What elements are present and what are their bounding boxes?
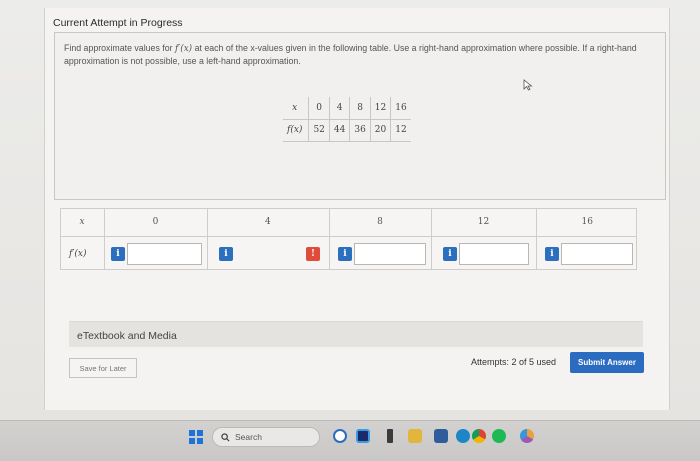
given-x-label: x <box>283 97 309 120</box>
given-fx-cell: 52 <box>308 119 330 142</box>
fprime-answer-input[interactable] <box>459 243 529 265</box>
given-fx-cell: 44 <box>328 119 350 142</box>
alert-icon[interactable]: ! <box>306 247 320 261</box>
taskbar <box>0 420 700 461</box>
taskbar-app-icon[interactable] <box>387 429 393 443</box>
answer-x-label: x <box>79 217 85 227</box>
given-fx-label: f(x) <box>283 119 309 142</box>
fprime-answer-input[interactable] <box>354 243 426 265</box>
given-fx-cell: 36 <box>349 119 371 142</box>
answer-fprime-label: f′(x) <box>69 249 87 259</box>
given-x-cell: 0 <box>308 97 330 120</box>
given-fx-cell: 20 <box>369 119 391 142</box>
given-x-cell: 8 <box>349 97 371 120</box>
chrome-canary-icon[interactable] <box>520 429 534 443</box>
fprime-answer-input[interactable] <box>561 243 633 265</box>
edge-icon[interactable] <box>456 429 470 443</box>
etextbook-media-bar[interactable]: eTextbook and Media <box>69 321 643 347</box>
answer-x-header: 8 <box>377 217 383 227</box>
store-icon[interactable] <box>434 429 448 443</box>
given-x-cell: 16 <box>390 97 411 120</box>
chrome-icon[interactable] <box>472 429 486 443</box>
answer-x-header: 4 <box>265 217 271 227</box>
given-x-row: x 0 4 8 12 16 <box>283 97 411 120</box>
save-for-later-button[interactable]: Save for Later <box>69 358 137 378</box>
search-icon <box>221 432 230 441</box>
info-icon[interactable]: i <box>111 247 125 261</box>
given-values-table: x 0 4 8 12 16 f(x) 52 44 36 20 12 <box>283 97 411 142</box>
submit-answer-button[interactable]: Submit Answer <box>570 352 644 373</box>
given-fx-row: f(x) 52 44 36 20 12 <box>283 119 411 142</box>
info-icon[interactable]: i <box>545 247 559 261</box>
given-x-cell: 4 <box>328 97 350 120</box>
widget-icon[interactable] <box>356 429 370 443</box>
bing-icon[interactable] <box>333 429 347 443</box>
info-icon[interactable]: i <box>443 247 457 261</box>
taskbar-search-label: Search <box>235 432 262 442</box>
answer-x-header: 0 <box>152 217 159 227</box>
mouse-cursor-icon <box>523 79 533 91</box>
fprime-answer-input[interactable] <box>127 243 202 265</box>
file-explorer-icon[interactable] <box>408 429 422 443</box>
given-fx-cell: 12 <box>390 119 411 142</box>
current-attempt-heading: Current Attempt in Progress <box>53 17 183 29</box>
etextbook-media-label: eTextbook and Media <box>77 330 177 342</box>
taskbar-search-box[interactable]: Search <box>212 427 320 447</box>
answer-x-header: 12 <box>477 217 490 227</box>
answer-table-divider <box>60 236 637 237</box>
start-icon[interactable] <box>189 430 203 444</box>
question-text: Find approximate values for f′(x) at eac… <box>64 42 654 67</box>
attempts-count: Attempts: 2 of 5 used <box>471 357 557 367</box>
given-x-cell: 12 <box>369 97 391 120</box>
question-text-pre: Find approximate values for <box>64 43 173 53</box>
answer-x-header: 16 <box>581 217 593 227</box>
info-icon[interactable]: i <box>219 247 233 261</box>
spotify-icon[interactable] <box>492 429 506 443</box>
fprime-symbol: f′(x) <box>175 44 193 54</box>
info-icon[interactable]: i <box>338 247 352 261</box>
